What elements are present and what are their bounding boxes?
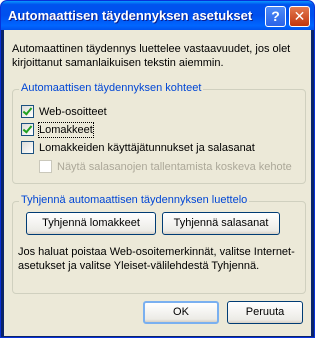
usernames-passwords-checkbox[interactable] xyxy=(21,141,34,154)
window-title: Automaattisen täydennyksen asetukset xyxy=(8,8,253,23)
dialog-window: Automaattisen täydennyksen asetukset ? ✕… xyxy=(0,0,315,338)
ok-button[interactable]: OK xyxy=(143,301,219,324)
close-icon: ✕ xyxy=(293,8,306,24)
usernames-passwords-label: Lomakkeiden käyttäjätunnukset ja salasan… xyxy=(39,142,255,154)
close-button[interactable]: ✕ xyxy=(289,6,310,27)
help-button[interactable]: ? xyxy=(265,6,286,27)
password-prompt-label: Näytä salasanojen tallentamista koskeva … xyxy=(57,161,292,173)
clear-forms-button[interactable]: Tyhjennä lomakkeet xyxy=(26,212,156,235)
web-addresses-label: Web-osoitteet xyxy=(39,106,107,118)
help-icon: ? xyxy=(271,8,280,24)
intro-text: Automaattinen täydennys luettelee vastaa… xyxy=(12,43,291,69)
ok-label: OK xyxy=(173,306,189,318)
targets-group-title: Automaattisen täydennyksen kohteet xyxy=(19,82,204,94)
web-addresses-checkbox[interactable] xyxy=(21,105,34,118)
clear-passwords-label: Tyhjennä salasanat xyxy=(173,217,269,229)
cancel-button[interactable]: Peruuta xyxy=(227,301,303,324)
clear-group-title: Tyhjennä automaattisen täydennyksen luet… xyxy=(19,194,250,206)
clear-passwords-button[interactable]: Tyhjennä salasanat xyxy=(162,212,280,235)
forms-checkbox[interactable] xyxy=(21,123,34,136)
forms-label: Lomakkeet xyxy=(38,122,94,138)
clear-forms-label: Tyhjennä lomakkeet xyxy=(42,217,140,229)
dialog-body: Automaattinen täydennys luettelee vastaa… xyxy=(4,30,311,336)
password-prompt-checkbox xyxy=(39,160,52,173)
autocomplete-targets-group: Automaattisen täydennyksen kohteet Web-o… xyxy=(12,82,306,184)
cancel-label: Peruuta xyxy=(245,306,285,318)
clear-note-text: Jos haluat poistaa Web-osoitemerkinnät, … xyxy=(18,246,295,272)
title-bar[interactable]: Automaattisen täydennyksen asetukset ? ✕ xyxy=(1,1,314,30)
